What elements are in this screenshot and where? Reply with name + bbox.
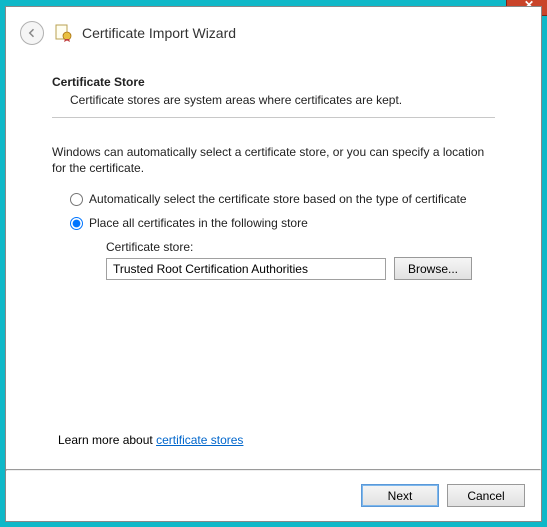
radio-place-label: Place all certificates in the following … bbox=[89, 216, 308, 230]
radio-auto-select[interactable]: Automatically select the certificate sto… bbox=[70, 192, 495, 206]
radio-auto-input[interactable] bbox=[70, 193, 83, 206]
learn-more-link[interactable]: certificate stores bbox=[156, 433, 243, 447]
back-arrow-icon bbox=[26, 27, 38, 39]
radio-place-input[interactable] bbox=[70, 217, 83, 230]
store-selection-group: Automatically select the certificate sto… bbox=[70, 192, 495, 280]
radio-auto-label: Automatically select the certificate sto… bbox=[89, 192, 467, 206]
back-button[interactable] bbox=[20, 21, 44, 45]
store-label: Certificate store: bbox=[106, 240, 495, 254]
store-row: Browse... bbox=[106, 257, 495, 280]
store-block: Certificate store: Browse... bbox=[106, 240, 495, 280]
certificate-icon bbox=[54, 24, 72, 42]
wizard-title: Certificate Import Wizard bbox=[82, 25, 236, 41]
wizard-window: Certificate Import Wizard Certificate St… bbox=[5, 6, 542, 522]
radio-place-all[interactable]: Place all certificates in the following … bbox=[70, 216, 495, 230]
section-description: Certificate stores are system areas wher… bbox=[70, 93, 495, 107]
wizard-content: Certificate Store Certificate stores are… bbox=[6, 55, 541, 469]
divider bbox=[52, 117, 495, 118]
intro-text: Windows can automatically select a certi… bbox=[52, 144, 495, 176]
section-title: Certificate Store bbox=[52, 75, 495, 89]
cancel-button[interactable]: Cancel bbox=[447, 484, 525, 507]
browse-button[interactable]: Browse... bbox=[394, 257, 472, 280]
wizard-footer: Next Cancel bbox=[6, 471, 541, 521]
wizard-header: Certificate Import Wizard bbox=[6, 7, 541, 55]
learn-more-prefix: Learn more about bbox=[58, 433, 156, 447]
next-button[interactable]: Next bbox=[361, 484, 439, 507]
learn-more: Learn more about certificate stores bbox=[58, 433, 243, 447]
store-input[interactable] bbox=[106, 258, 386, 280]
